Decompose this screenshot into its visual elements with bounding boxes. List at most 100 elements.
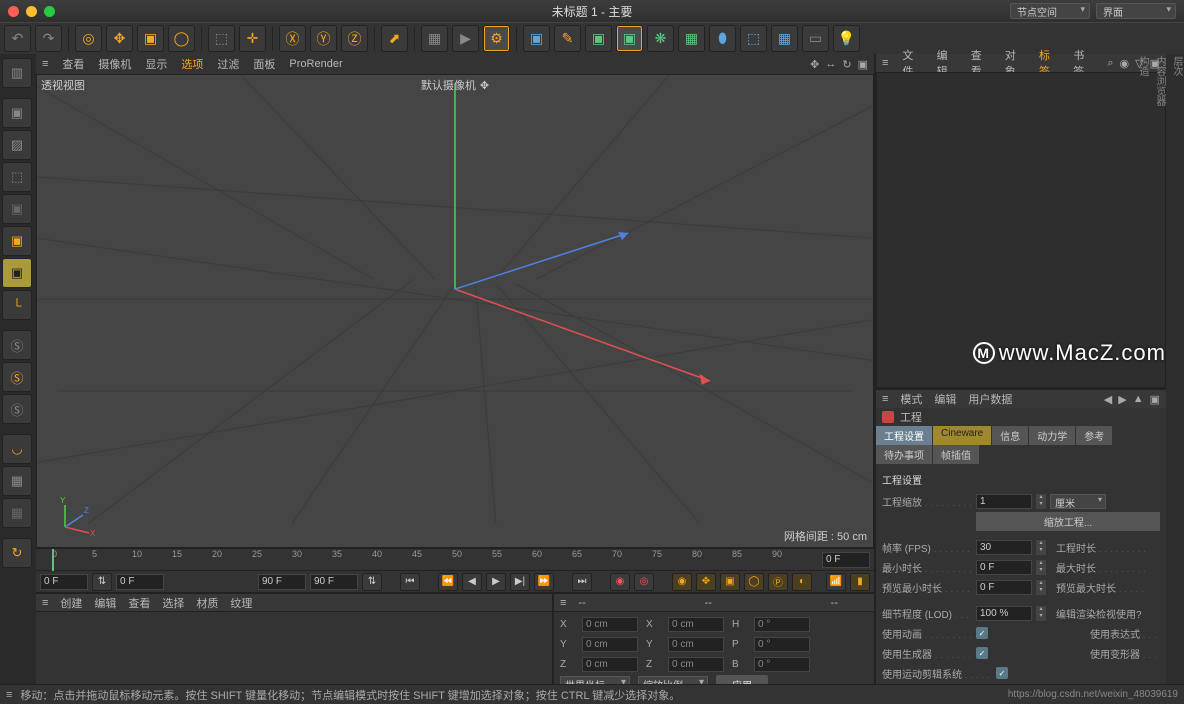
vp-nav-icon[interactable]: ✥: [810, 58, 819, 71]
tab-todo[interactable]: 待办事项: [876, 445, 933, 464]
min-time-input[interactable]: [976, 560, 1032, 575]
menu-icon[interactable]: ≡: [42, 58, 48, 70]
rotate-tool[interactable]: ◯: [168, 25, 195, 52]
menu-icon[interactable]: ≡: [560, 597, 566, 609]
tab-reference[interactable]: 参考: [1076, 426, 1113, 445]
marker-button[interactable]: ▮: [850, 573, 870, 591]
tab-dynamics[interactable]: 动力学: [1029, 426, 1076, 445]
camera-button[interactable]: ▭: [802, 25, 829, 52]
model-mode-button[interactable]: ▣: [2, 98, 32, 128]
render-button[interactable]: ▶: [452, 25, 479, 52]
menu-icon[interactable]: ≡: [42, 597, 48, 609]
rot-b-input[interactable]: [754, 657, 810, 672]
vp-menu-prorender[interactable]: ProRender: [289, 58, 342, 70]
search-icon[interactable]: ⌕: [1107, 57, 1113, 70]
subdivision-button[interactable]: ▣: [585, 25, 612, 52]
vp-nav-icon[interactable]: ↻: [842, 58, 851, 71]
z-axis-button[interactable]: Ⓩ: [341, 25, 368, 52]
size-x-input[interactable]: [668, 617, 724, 632]
layout-dropdown-2[interactable]: 界面: [1096, 3, 1176, 19]
undo-button[interactable]: ↶: [4, 25, 31, 52]
right-side-tabs[interactable]: 层次内容浏览器构造: [1166, 54, 1184, 704]
mat-menu-select[interactable]: 选择: [162, 595, 184, 611]
workplane-tool[interactable]: ◡: [2, 434, 32, 464]
pos-x-input[interactable]: [582, 617, 638, 632]
coord-system-button[interactable]: ⬈: [381, 25, 408, 52]
mat-menu-edit[interactable]: 编辑: [94, 595, 116, 611]
scale-unit-select[interactable]: 厘米: [1050, 494, 1106, 509]
sound-button[interactable]: 📶: [826, 573, 846, 591]
tab-cineware[interactable]: Cineware: [933, 426, 992, 445]
select-tool[interactable]: ◎: [75, 25, 102, 52]
goto-start-button[interactable]: ⏮: [400, 573, 420, 591]
snap-button-1[interactable]: Ⓢ: [2, 330, 32, 360]
pos-z-input[interactable]: [582, 657, 638, 672]
polygon-mode-button[interactable]: ▣: [2, 258, 32, 288]
menu-icon[interactable]: ≡: [6, 689, 12, 701]
vp-nav-icon[interactable]: ▣: [858, 58, 868, 71]
record-button[interactable]: ◉: [610, 573, 630, 591]
menu-icon[interactable]: ≡: [882, 393, 888, 405]
edge-mode-button[interactable]: ▣: [2, 226, 32, 256]
environment-button[interactable]: ▦: [771, 25, 798, 52]
grid-button-2[interactable]: ▦: [2, 498, 32, 528]
timeline-in-input[interactable]: [116, 574, 164, 590]
project-scale-input[interactable]: [976, 494, 1032, 509]
next-frame-button[interactable]: ▶|: [510, 573, 530, 591]
prev-key-button[interactable]: ⏪: [438, 573, 458, 591]
y-axis-button[interactable]: Ⓨ: [310, 25, 337, 52]
array-button[interactable]: ❋: [647, 25, 674, 52]
next-key-button[interactable]: ⏩: [534, 573, 554, 591]
grid-button-1[interactable]: ▦: [2, 466, 32, 496]
object-tree[interactable]: [876, 72, 1166, 388]
vp-menu-panel[interactable]: 面板: [253, 56, 275, 72]
layout-dropdown-1[interactable]: 节点空间: [1010, 3, 1090, 19]
texture-mode-button[interactable]: ▨: [2, 130, 32, 160]
instance-button[interactable]: ▦: [678, 25, 705, 52]
spinner-icon[interactable]: ⇅: [92, 573, 112, 591]
timeline-current-frame[interactable]: [822, 552, 870, 568]
eye-icon[interactable]: ◉: [1120, 57, 1130, 70]
redo-button[interactable]: ↷: [35, 25, 62, 52]
point-mode-button[interactable]: ▣: [2, 194, 32, 224]
attr-menu-edit[interactable]: 编辑: [934, 391, 956, 407]
use-animation-checkbox[interactable]: ✓: [976, 627, 988, 639]
close-icon[interactable]: [8, 6, 19, 17]
autokey-button[interactable]: ◎: [634, 573, 654, 591]
mat-menu-material[interactable]: 材质: [196, 595, 218, 611]
key-scale-button[interactable]: ▣: [720, 573, 740, 591]
use-motion-checkbox[interactable]: ✓: [996, 667, 1008, 679]
vp-menu-filter[interactable]: 过滤: [217, 56, 239, 72]
tab-interpolation[interactable]: 帧插值: [933, 445, 980, 464]
mat-menu-texture[interactable]: 纹理: [230, 595, 252, 611]
spinner-icon[interactable]: ⇅: [362, 573, 382, 591]
viewport-solo-button[interactable]: ↻: [2, 538, 32, 568]
snap-button-3[interactable]: Ⓢ: [2, 394, 32, 424]
fwd-icon[interactable]: ▶: [1118, 393, 1126, 406]
rot-h-input[interactable]: [754, 617, 810, 632]
key-param-button[interactable]: Ⓟ: [768, 573, 788, 591]
scale-tool[interactable]: ▣: [137, 25, 164, 52]
light-button[interactable]: 💡: [833, 25, 860, 52]
vp-menu-options[interactable]: 选项: [181, 56, 203, 72]
pos-y-input[interactable]: [582, 637, 638, 652]
axis-tool[interactable]: ✛: [239, 25, 266, 52]
scale-project-button[interactable]: 缩放工程...: [976, 512, 1160, 531]
vp-nav-icon[interactable]: ↔: [825, 58, 836, 71]
size-z-input[interactable]: [668, 657, 724, 672]
minimize-icon[interactable]: [26, 6, 37, 17]
timeline-end-input[interactable]: [310, 574, 358, 590]
timeline-out-input[interactable]: [258, 574, 306, 590]
mat-menu-view[interactable]: 查看: [128, 595, 150, 611]
size-y-input[interactable]: [668, 637, 724, 652]
cube-primitive-button[interactable]: ▣: [523, 25, 550, 52]
axis-mode-button[interactable]: └: [2, 290, 32, 320]
attr-menu-userdata[interactable]: 用户数据: [968, 391, 1012, 407]
move-tool[interactable]: ✥: [106, 25, 133, 52]
use-generators-checkbox[interactable]: ✓: [976, 647, 988, 659]
vp-menu-view[interactable]: 查看: [62, 56, 84, 72]
mat-menu-create[interactable]: 创建: [60, 595, 82, 611]
tab-info[interactable]: 信息: [992, 426, 1029, 445]
maximize-icon[interactable]: [44, 6, 55, 17]
snap-button-2[interactable]: Ⓢ: [2, 362, 32, 392]
